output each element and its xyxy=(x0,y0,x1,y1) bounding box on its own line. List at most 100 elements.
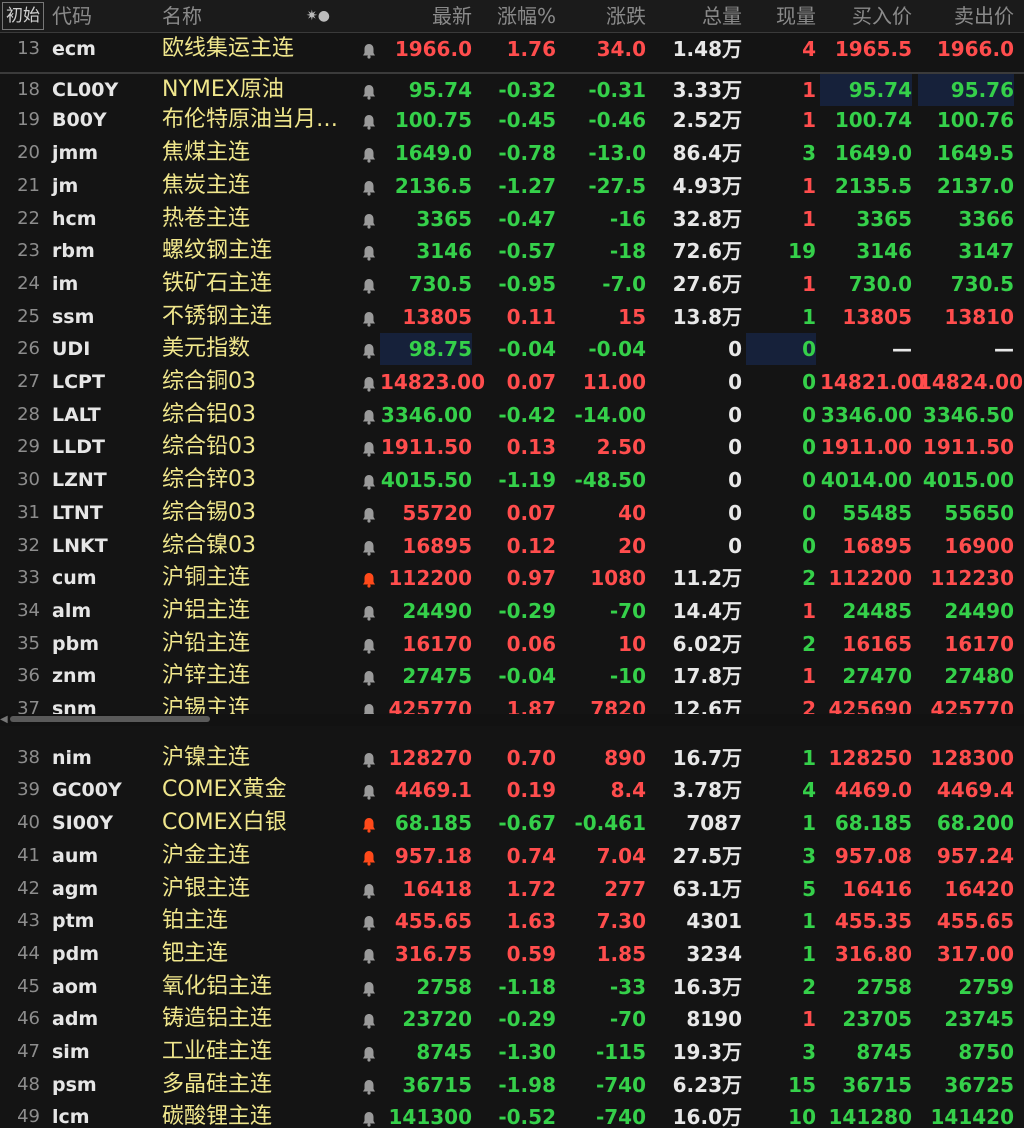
alert-bell-icon[interactable] xyxy=(358,774,380,806)
table-row[interactable]: 23 rbm 螺纹钢主连 3146 -0.57 -18 72.6万 19 3146 3147 xyxy=(0,235,1024,267)
alert-bell-icon[interactable] xyxy=(358,628,380,660)
ask-price: 317.00 xyxy=(936,941,1014,966)
header-ask[interactable]: 卖出价 xyxy=(918,0,1014,32)
symbol-name: COMEX白银 xyxy=(162,810,287,836)
alert-bell-icon[interactable] xyxy=(358,333,380,365)
table-row[interactable]: 18 CL00Y NYMEX原油 95.74 -0.32 -0.31 3.33万 1 95.74… xyxy=(0,71,1024,106)
scroll-left-arrow-icon[interactable]: ◀ xyxy=(0,714,10,726)
alert-bell-icon[interactable] xyxy=(358,562,380,594)
alert-bell-icon[interactable] xyxy=(358,595,380,627)
row-index: 23 xyxy=(17,240,40,262)
table-row[interactable]: 20 jmm 焦煤主连 1649.0 -0.78 -13.0 86.4万 3 1649.0 164… xyxy=(0,137,1024,169)
table-row[interactable]: 13 ecm 欧线集运主连 1966.0 1.76 34.0 1.48万 4 1965.5 196… xyxy=(0,33,1024,65)
table-row[interactable]: 29 LLDT 综合铅03 1911.50 0.13 2.50 0 0 1911.00 1911.… xyxy=(0,431,1024,463)
init-tag[interactable]: 初始 xyxy=(2,2,44,30)
table-row[interactable]: 24 im 铁矿石主连 730.5 -0.95 -7.0 27.6万 1 730.0 730.5 xyxy=(0,268,1024,300)
alert-bell-icon[interactable] xyxy=(358,301,380,333)
alert-bell-icon[interactable] xyxy=(358,840,380,872)
table-row[interactable]: 28 LALT 综合铝03 3346.00 -0.42 -14.00 0 0 3346.00 33… xyxy=(0,399,1024,431)
table-row[interactable]: 44 pdm 钯主连 316.75 0.59 1.85 3234 1 316.80 317.00 xyxy=(0,938,1024,970)
bid-price: 23705 xyxy=(842,1007,912,1032)
table-row[interactable]: 30 LZNT 综合锌03 4015.50 -1.19 -48.50 0 0 4014.00 40… xyxy=(0,464,1024,496)
alert-bell-icon[interactable] xyxy=(358,104,380,136)
change-amount: -18 xyxy=(609,239,646,264)
table-row[interactable]: 46 adm 铸造铝主连 23720 -0.29 -70 8190 1 23705 23745 xyxy=(0,1003,1024,1035)
table-row[interactable]: 27 LCPT 综合铜03 14823.00 0.07 11.00 0 0 14821.00 14… xyxy=(0,366,1024,398)
table-row[interactable]: 40 SI00Y COMEX白银 68.185 -0.67 -0.461 7087 1 68.1… xyxy=(0,807,1024,839)
table-row[interactable]: 33 cum 沪铜主连 112200 0.97 1080 11.2万 2 112200 11223… xyxy=(0,562,1024,594)
row-index: 25 xyxy=(17,305,40,327)
table-row[interactable]: 34 alm 沪铝主连 24490 -0.29 -70 14.4万 1 24485 24490 xyxy=(0,595,1024,627)
change-amount: 7.30 xyxy=(596,909,646,934)
alert-bell-icon[interactable] xyxy=(358,905,380,937)
symbol-code: rbm xyxy=(52,240,95,263)
last-price: 2136.5 xyxy=(394,173,472,198)
alert-bell-icon[interactable] xyxy=(358,1003,380,1035)
sort-toggle-icon[interactable]: ✷● xyxy=(306,0,330,32)
header-name[interactable]: 名称 xyxy=(162,0,202,32)
table-row[interactable]: 41 aum 沪金主连 957.18 0.74 7.04 27.5万 3 957.08 957.2… xyxy=(0,840,1024,872)
alert-bell-icon[interactable] xyxy=(358,1069,380,1101)
table-row[interactable]: 35 pbm 沪铅主连 16170 0.06 10 6.02万 2 16165 16170 xyxy=(0,628,1024,660)
row-index: 22 xyxy=(17,207,40,229)
alert-bell-icon[interactable] xyxy=(358,938,380,970)
alert-bell-icon[interactable] xyxy=(358,235,380,267)
last-price: 730.5 xyxy=(408,271,472,296)
table-row[interactable]: 32 LNKT 综合镍03 16895 0.12 20 0 0 16895 16900 xyxy=(0,530,1024,562)
scroll-thumb[interactable] xyxy=(10,716,210,722)
table-row[interactable]: 26 UDI 美元指数 98.75 -0.04 -0.04 0 0 — — xyxy=(0,333,1024,366)
header-code[interactable]: 代码 xyxy=(52,0,92,32)
row-index: 39 xyxy=(17,779,40,801)
table-row[interactable]: 43 ptm 铂主连 455.65 1.63 7.30 4301 1 455.35 455.65 xyxy=(0,905,1024,937)
table-row[interactable]: 36 znm 沪锌主连 27475 -0.04 -10 17.8万 1 27470 27480 xyxy=(0,660,1024,692)
alert-bell-icon[interactable] xyxy=(358,268,380,300)
header-pct[interactable]: 涨幅% xyxy=(478,0,556,32)
alert-bell-icon[interactable] xyxy=(358,431,380,463)
current-volume: 19 xyxy=(788,239,816,264)
alert-bell-icon[interactable] xyxy=(358,74,380,106)
header-cur[interactable]: 现量 xyxy=(746,0,816,32)
table-row[interactable]: 38 nim 沪镍主连 128270 0.70 890 16.7万 1 128250 128300 xyxy=(0,742,1024,774)
table-row[interactable]: 39 GC00Y COMEX黄金 4469.1 0.19 8.4 3.78万 4 4469.0 4… xyxy=(0,774,1024,806)
table-row[interactable]: 48 psm 多晶硅主连 36715 -1.98 -740 6.23万 15 36715 3672… xyxy=(0,1069,1024,1101)
symbol-code: LCPT xyxy=(52,371,105,393)
change-percent: -0.47 xyxy=(498,206,556,231)
table-row[interactable]: 21 jm 焦炭主连 2136.5 -1.27 -27.5 4.93万 1 2135.5 2137… xyxy=(0,170,1024,202)
alert-bell-icon[interactable] xyxy=(358,497,380,529)
bid-price: 141280 xyxy=(828,1105,913,1128)
header-last[interactable]: 最新 xyxy=(380,0,472,32)
alert-bell-icon[interactable] xyxy=(358,399,380,431)
table-row[interactable]: 47 sim 工业硅主连 8745 -1.30 -115 19.3万 3 8745 8750 xyxy=(0,1036,1024,1068)
symbol-code: nim xyxy=(52,746,92,769)
ask-price: 1911.50 xyxy=(922,435,1014,460)
table-row[interactable]: 49 lcm 碳酸锂主连 141300 -0.52 -740 16.0万 10 141280 14… xyxy=(0,1101,1024,1128)
alert-bell-icon[interactable] xyxy=(358,742,380,774)
table-row[interactable]: 22 hcm 热卷主连 3365 -0.47 -16 32.8万 1 3365 3366 xyxy=(0,203,1024,235)
row-index: 27 xyxy=(17,371,40,392)
horizontal-scrollbar[interactable]: ◀ xyxy=(0,714,1024,726)
alert-bell-icon[interactable] xyxy=(358,203,380,235)
header-vol[interactable]: 总量 xyxy=(652,0,742,32)
alert-bell-icon[interactable] xyxy=(358,366,380,398)
table-row[interactable]: 19 B00Y 布伦特原油当月… 100.75 -0.45 -0.46 2.52万 1 100.… xyxy=(0,104,1024,136)
header-chg[interactable]: 涨跌 xyxy=(560,0,646,32)
alert-bell-icon[interactable] xyxy=(358,971,380,1003)
alert-bell-icon[interactable] xyxy=(358,660,380,692)
row-index: 38 xyxy=(17,746,40,768)
alert-bell-icon[interactable] xyxy=(358,1036,380,1068)
alert-bell-icon[interactable] xyxy=(358,464,380,496)
alert-bell-icon[interactable] xyxy=(358,137,380,169)
alert-bell-icon[interactable] xyxy=(358,530,380,562)
table-row[interactable]: 31 LTNT 综合锡03 55720 0.07 40 0 0 55485 55650 xyxy=(0,497,1024,529)
header-bid[interactable]: 买入价 xyxy=(820,0,912,32)
alert-bell-icon[interactable] xyxy=(358,807,380,839)
table-row[interactable]: 42 agm 沪银主连 16418 1.72 277 63.1万 5 16416 16420 xyxy=(0,873,1024,905)
table-row[interactable]: 25 ssm 不锈钢主连 13805 0.11 15 13.8万 1 13805 13810 xyxy=(0,301,1024,333)
bid-price: 3146 xyxy=(856,239,912,264)
change-percent: 0.59 xyxy=(506,941,556,966)
alert-bell-icon[interactable] xyxy=(358,873,380,905)
alert-bell-icon[interactable] xyxy=(358,33,380,65)
table-row[interactable]: 45 aom 氧化铝主连 2758 -1.18 -33 16.3万 2 2758 2759 xyxy=(0,971,1024,1003)
alert-bell-icon[interactable] xyxy=(358,1101,380,1128)
alert-bell-icon[interactable] xyxy=(358,170,380,202)
